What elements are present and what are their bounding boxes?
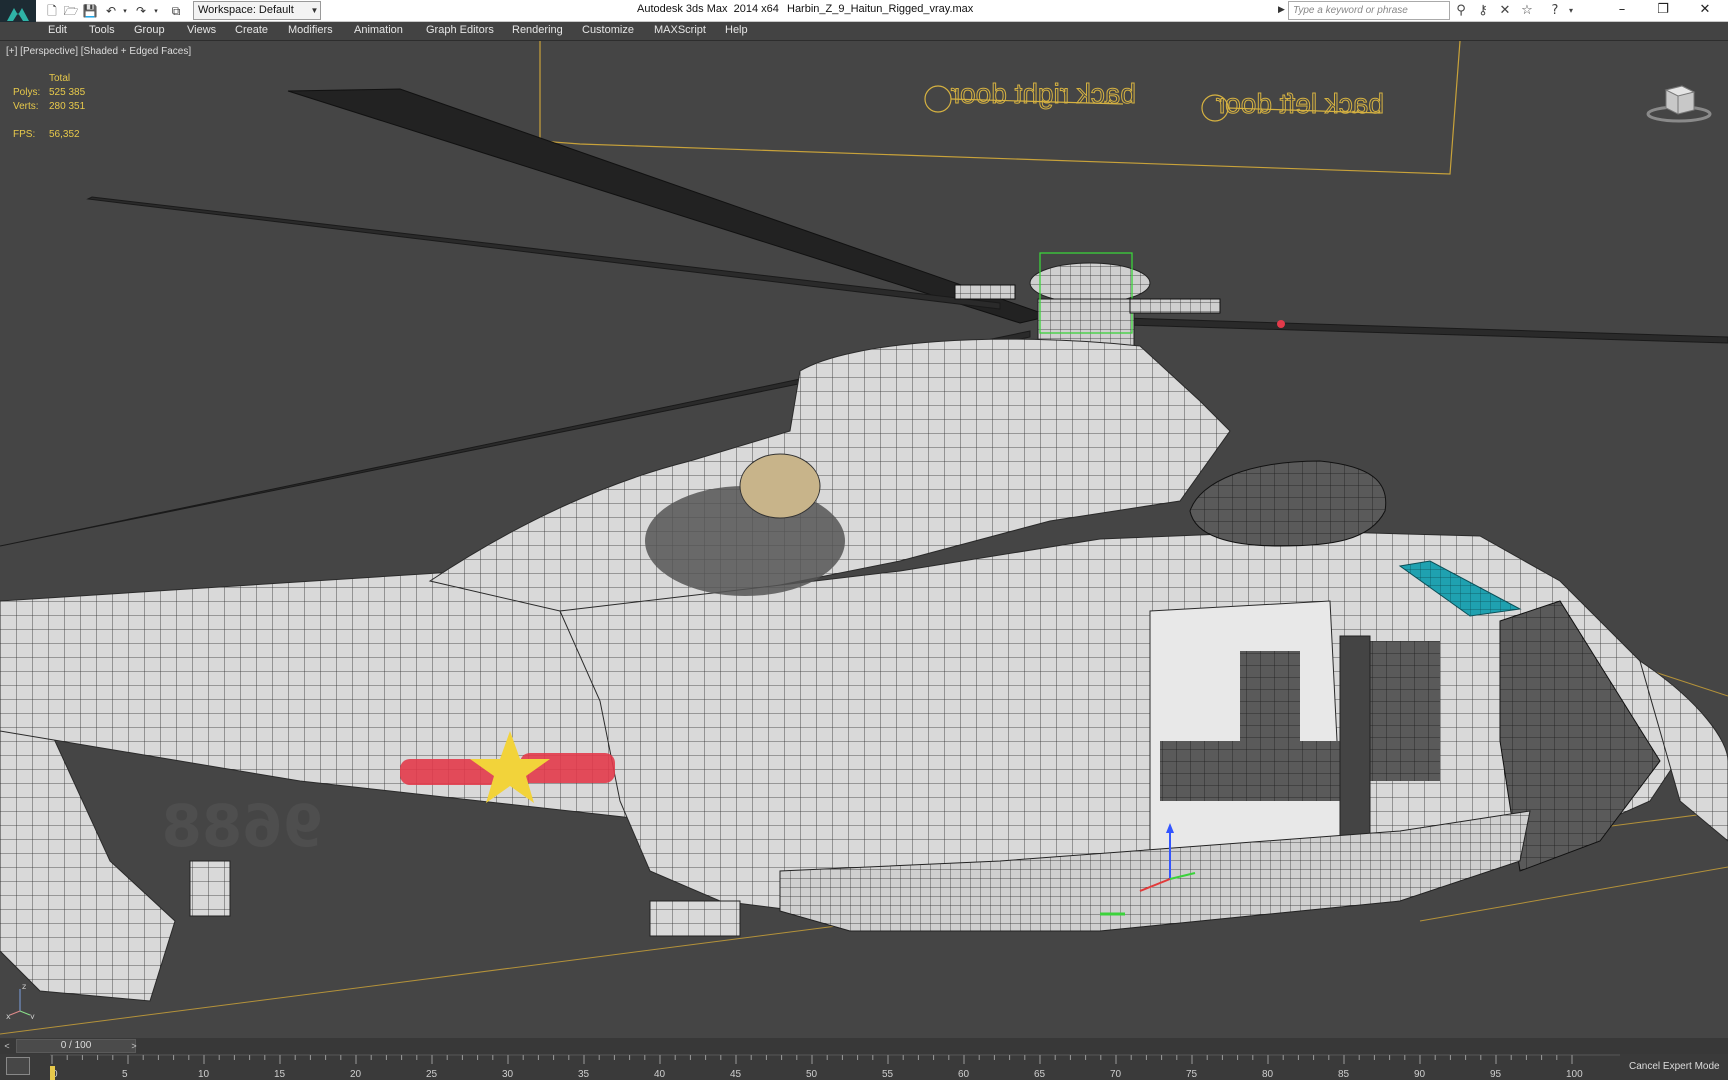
polys-label: Polys: bbox=[13, 87, 41, 98]
viewport-label[interactable]: [+] [Perspective] [Shaded + Edged Faces] bbox=[6, 46, 191, 57]
svg-text:y: y bbox=[30, 1012, 35, 1019]
seat-back bbox=[1240, 651, 1300, 801]
time-prev-button[interactable]: < bbox=[0, 1039, 14, 1053]
frame-tick-label: 30 bbox=[502, 1069, 514, 1080]
star-icon[interactable]: ☆ bbox=[1518, 2, 1536, 20]
back-right-door-label: back right door bbox=[951, 78, 1136, 109]
time-next-button[interactable]: > bbox=[127, 1039, 141, 1053]
frame-tick-label: 40 bbox=[654, 1069, 666, 1080]
fps-label: FPS: bbox=[13, 129, 36, 140]
menu-create[interactable]: Create bbox=[235, 24, 268, 36]
frame-tick-label: 25 bbox=[426, 1069, 438, 1080]
cancel-expert-mode-button[interactable]: Cancel Expert Mode bbox=[1622, 1054, 1728, 1080]
current-frame-marker[interactable] bbox=[50, 1066, 55, 1080]
help-dropdown-icon[interactable]: ▾ bbox=[1562, 2, 1580, 20]
frame-tick-label: 70 bbox=[1110, 1069, 1122, 1080]
frame-tick-label: 15 bbox=[274, 1069, 286, 1080]
title-bar: 🗋 🗁 💾 ↶ ▾ ↷ ▾ ⧉ Workspace: Default ▼ Aut… bbox=[0, 0, 1728, 30]
frame-tick-label: 45 bbox=[730, 1069, 742, 1080]
frame-tick-label: 10 bbox=[198, 1069, 210, 1080]
menu-group[interactable]: Group bbox=[134, 24, 165, 36]
mini-curve-editor-icon[interactable] bbox=[6, 1057, 30, 1075]
time-slider[interactable]: < 0 / 100 > bbox=[0, 1038, 1728, 1054]
fps-value: 56,352 bbox=[49, 129, 80, 140]
frame-tick-label: 90 bbox=[1414, 1069, 1426, 1080]
redo-icon[interactable]: ↷ bbox=[133, 3, 149, 19]
project-folder-icon[interactable]: ⧉ bbox=[168, 3, 184, 19]
svg-text:z: z bbox=[22, 982, 26, 991]
open-file-icon[interactable]: 🗁 bbox=[63, 3, 79, 19]
key-icon[interactable]: ⚷ bbox=[1474, 2, 1492, 20]
file-name: Harbin_Z_9_Haitun_Rigged_vray.max bbox=[787, 3, 974, 15]
frame-tick-label: 85 bbox=[1338, 1069, 1350, 1080]
engine-intake bbox=[739, 453, 821, 519]
fuselage-number: 9688 bbox=[162, 792, 323, 860]
minimize-button[interactable]: – bbox=[1603, 0, 1641, 20]
frame-tick-label: 100 bbox=[1566, 1069, 1583, 1080]
frame-tick-label: 95 bbox=[1490, 1069, 1502, 1080]
right-door-slider-knob[interactable] bbox=[924, 85, 952, 113]
save-file-icon[interactable]: 💾 bbox=[82, 3, 98, 19]
frame-tick-label: 50 bbox=[806, 1069, 818, 1080]
frame-ruler[interactable]: 0510152025303540455055606570758085909510… bbox=[50, 1054, 1620, 1080]
chevron-down-icon[interactable]: ▼ bbox=[308, 1, 321, 20]
redo-dropdown-icon[interactable]: ▾ bbox=[148, 3, 164, 19]
tail-strake bbox=[189, 860, 231, 917]
polys-value: 525 385 bbox=[49, 87, 86, 98]
frame-tick-label: 75 bbox=[1186, 1069, 1198, 1080]
menu-graph-editors[interactable]: Graph Editors bbox=[426, 24, 494, 36]
perspective-viewport[interactable]: back right door back left door 9688 [+] … bbox=[0, 40, 1728, 1038]
menu-animation[interactable]: Animation bbox=[354, 24, 403, 36]
menu-views[interactable]: Views bbox=[187, 24, 216, 36]
menu-bar: Edit Tools Group Views Create Modifiers … bbox=[0, 22, 1728, 40]
exchange-icon[interactable]: ✕ bbox=[1496, 2, 1514, 20]
time-slider-handle[interactable]: 0 / 100 bbox=[16, 1039, 136, 1053]
verts-value: 280 351 bbox=[49, 101, 86, 112]
verts-label: Verts: bbox=[13, 101, 39, 112]
undo-dropdown-icon[interactable]: ▾ bbox=[117, 3, 133, 19]
menu-edit[interactable]: Edit bbox=[48, 24, 67, 36]
restore-button[interactable]: ❐ bbox=[1644, 0, 1682, 20]
back-left-door-label: back left door bbox=[1216, 88, 1384, 119]
menu-maxscript[interactable]: MAXScript bbox=[654, 24, 706, 36]
svg-text:x: x bbox=[6, 1012, 11, 1019]
frame-tick-label: 20 bbox=[350, 1069, 362, 1080]
binoculars-icon[interactable]: ⚲ bbox=[1452, 2, 1470, 20]
workspace-select[interactable]: Workspace: Default bbox=[193, 1, 321, 20]
axis-tripod-icon: z x y bbox=[6, 982, 35, 1019]
viewcube-icon[interactable] bbox=[1646, 76, 1712, 126]
app-title: Autodesk 3ds Max 2014 x64 bbox=[637, 3, 779, 15]
menu-tools[interactable]: Tools bbox=[89, 24, 115, 36]
frame-tick-label: 55 bbox=[882, 1069, 894, 1080]
pilot-seat bbox=[1370, 641, 1440, 781]
frame-tick-label: 35 bbox=[578, 1069, 590, 1080]
door-helper-frame[interactable]: back right door back left door bbox=[539, 41, 1461, 175]
scene-canvas[interactable]: back right door back left door 9688 bbox=[0, 41, 1728, 1038]
frame-tick-label: 60 bbox=[958, 1069, 970, 1080]
search-input[interactable]: Type a keyword or phrase bbox=[1288, 1, 1450, 20]
menu-help[interactable]: Help bbox=[725, 24, 748, 36]
frame-tick-label: 65 bbox=[1034, 1069, 1046, 1080]
search-expand-icon[interactable]: ▶ bbox=[1278, 4, 1285, 15]
menu-rendering[interactable]: Rendering bbox=[512, 24, 563, 36]
close-button[interactable]: ✕ bbox=[1686, 0, 1724, 20]
track-bar[interactable]: 0510152025303540455055606570758085909510… bbox=[0, 1054, 1728, 1080]
new-file-icon[interactable]: 🗋 bbox=[44, 3, 60, 19]
menu-modifiers[interactable]: Modifiers bbox=[288, 24, 333, 36]
sensor-pod bbox=[1189, 460, 1387, 547]
landing-gear bbox=[649, 900, 741, 937]
frame-tick-label: 80 bbox=[1262, 1069, 1274, 1080]
frame-tick-label: 5 bbox=[122, 1069, 128, 1080]
menu-customize[interactable]: Customize bbox=[582, 24, 634, 36]
stats-header: Total bbox=[49, 73, 71, 84]
